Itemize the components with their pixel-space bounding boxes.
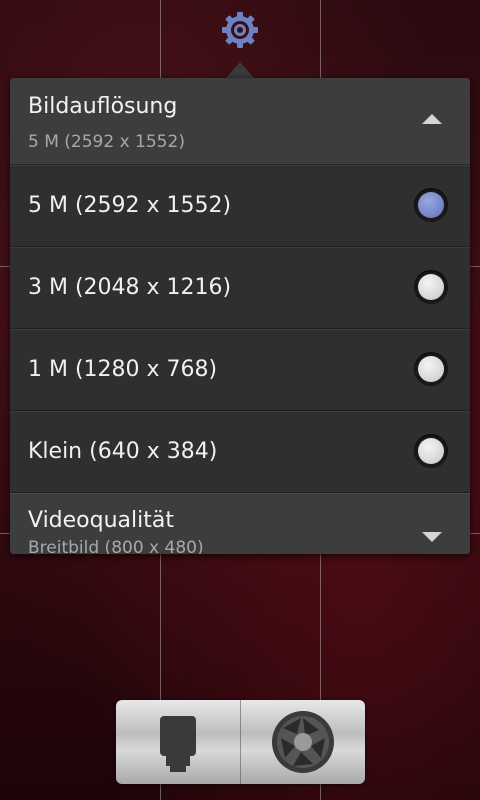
option-label: 1 M (1280 x 768) (28, 357, 218, 382)
resolution-option-small[interactable]: Klein (640 x 384) (10, 411, 470, 493)
resolution-option-1m[interactable]: 1 M (1280 x 768) (10, 329, 470, 411)
camera-switch-icon (160, 716, 196, 772)
resolution-section-header[interactable]: Bildauflösung 5 M (2592 x 1552) (10, 78, 470, 165)
chevron-up-icon[interactable] (422, 114, 442, 124)
popup-pointer (226, 62, 254, 78)
radio-unselected[interactable] (414, 434, 448, 468)
resolution-option-5m[interactable]: 5 M (2592 x 1552) (10, 165, 470, 247)
radio-unselected[interactable] (414, 352, 448, 386)
option-label: 3 M (2048 x 1216) (28, 275, 232, 300)
video-quality-title: Videoqualität (28, 508, 174, 533)
settings-popup: Bildauflösung 5 M (2592 x 1552) 5 M (259… (10, 78, 470, 554)
shutter-button[interactable] (241, 700, 365, 784)
shutter-icon (272, 711, 334, 773)
resolution-current-value: 5 M (2592 x 1552) (28, 132, 185, 152)
radio-selected[interactable] (414, 188, 448, 222)
option-label: 5 M (2592 x 1552) (28, 193, 232, 218)
resolution-option-3m[interactable]: 3 M (2048 x 1216) (10, 247, 470, 329)
gear-icon[interactable] (220, 10, 260, 50)
video-quality-current-value: Breitbild (800 x 480) (28, 538, 204, 554)
option-label: Klein (640 x 384) (28, 439, 218, 464)
resolution-options: 5 M (2592 x 1552) 3 M (2048 x 1216) 1 M … (10, 165, 470, 493)
resolution-title: Bildauflösung (28, 94, 178, 119)
camera-switch-button[interactable] (116, 700, 240, 784)
radio-unselected[interactable] (414, 270, 448, 304)
camera-control-bar (116, 700, 365, 784)
video-quality-section-header[interactable]: Videoqualität Breitbild (800 x 480) (10, 493, 470, 554)
chevron-down-icon[interactable] (422, 532, 442, 542)
